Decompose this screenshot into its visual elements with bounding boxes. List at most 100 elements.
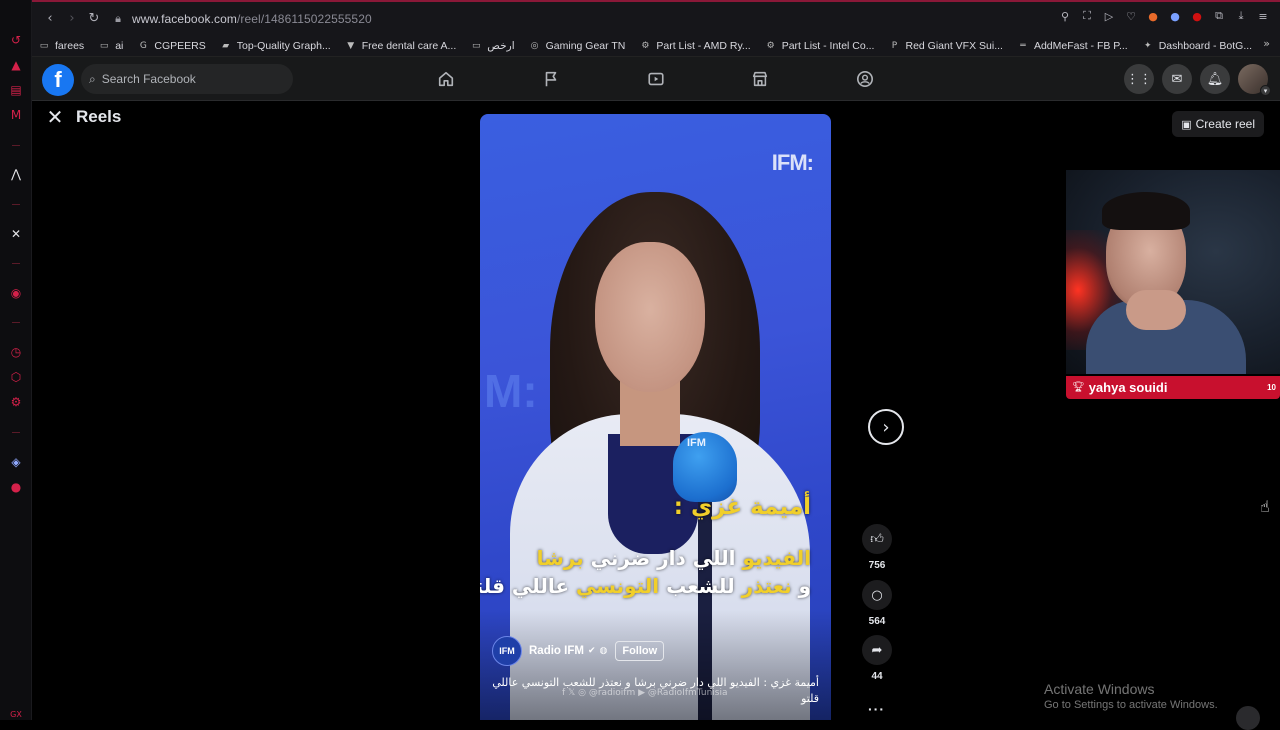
sidebar-divider bbox=[12, 204, 20, 205]
profile-avatar[interactable]: ▾ bbox=[1238, 64, 1271, 96]
extension-orange-icon[interactable]: ● bbox=[1146, 9, 1160, 23]
author-name[interactable]: Radio IFM bbox=[529, 645, 584, 657]
header-actions: ⋮⋮ ✉ 🔔︎ ▾ bbox=[1124, 64, 1271, 96]
globe-icon: ◍ bbox=[599, 646, 608, 656]
bookmark-item[interactable]: ✦ Dashboard - BotG... bbox=[1142, 40, 1252, 52]
caption-line-1: الفيديو اللي دار ضرني برشا bbox=[537, 546, 811, 570]
comment-icon[interactable]: ○ bbox=[862, 580, 892, 610]
comment-count: 564 bbox=[868, 616, 886, 627]
bookmark-label: CGPEERS bbox=[154, 39, 206, 52]
bookmark-item[interactable]: ▭ ارخص bbox=[470, 40, 515, 52]
groups-icon[interactable] bbox=[845, 57, 885, 101]
hand-cursor-icon: ☝ bbox=[1260, 497, 1270, 516]
notifications-bell-icon[interactable]: 🔔︎ bbox=[1200, 64, 1230, 94]
dental-icon: ▼ bbox=[347, 40, 355, 51]
browser-window: ‹ › ↻ 🔒︎ www.facebook.com/reel/148611502… bbox=[32, 0, 1280, 730]
history-icon[interactable]: ↺ bbox=[8, 32, 24, 48]
share-action: ➦ 44 bbox=[861, 635, 893, 682]
shield-icon[interactable]: ◈ bbox=[8, 454, 24, 470]
address-bar: ‹ › ↻ 🔒︎ www.facebook.com/reel/148611502… bbox=[32, 0, 1280, 35]
author-avatar[interactable]: IFM bbox=[492, 636, 522, 666]
create-reel-button[interactable]: ▣ Create reel bbox=[1172, 111, 1264, 137]
caption-highlight: نعتذر bbox=[741, 574, 792, 598]
windows-activation-watermark: Activate Windows Go to Settings to activ… bbox=[1044, 681, 1218, 711]
back-icon[interactable]: ‹ bbox=[40, 9, 60, 29]
messenger-icon[interactable]: ✉ bbox=[1162, 64, 1192, 94]
pin-icon[interactable]: ⚲ bbox=[1058, 9, 1072, 23]
bookmark-label: Part List - AMD Ry... bbox=[656, 39, 751, 52]
url-host: www.facebook.com bbox=[132, 11, 237, 26]
puzzle-icon[interactable]: ⧉ bbox=[1212, 9, 1226, 23]
extension-blue-icon[interactable]: ● bbox=[1168, 9, 1182, 23]
share-icon[interactable]: ➦ bbox=[862, 635, 892, 665]
bookmark-label: Gaming Gear TN bbox=[545, 39, 626, 52]
caption-highlight: التونسي bbox=[575, 574, 660, 598]
flag-icon[interactable] bbox=[531, 57, 571, 101]
like-icon[interactable]: 👍︎ bbox=[862, 524, 892, 554]
messenger-icon[interactable]: ▤ bbox=[8, 82, 24, 98]
bookmarks-bar: ▭ farees ▭ ai G CGPEERS ▰ Top-Quality Graph... ▼… bbox=[32, 35, 1280, 57]
reel-video[interactable]: M: IFM: IFM أميمة غزي : الفيديو اللي دار… bbox=[480, 114, 831, 720]
watermark-subtitle: Go to Settings to activate Windows. bbox=[1044, 699, 1218, 711]
reload-icon[interactable]: ↻ bbox=[84, 9, 104, 29]
url-field[interactable]: www.facebook.com/reel/1486115022555520 bbox=[132, 12, 372, 26]
facebook-logo-icon[interactable]: f bbox=[42, 64, 74, 96]
more-options-icon[interactable]: ··· bbox=[868, 701, 885, 717]
folder-icon: ▭ bbox=[472, 40, 481, 51]
graphics-icon: ▰ bbox=[222, 40, 230, 51]
follow-button[interactable]: Follow bbox=[615, 641, 665, 661]
share-count: 44 bbox=[871, 671, 883, 682]
search-box[interactable]: ⌕ bbox=[81, 64, 293, 94]
player-icon[interactable]: ◉ bbox=[8, 285, 24, 301]
speaker-face bbox=[595, 242, 705, 392]
create-reel-label: Create reel bbox=[1195, 117, 1255, 131]
x-twitter-icon[interactable]: ✕ bbox=[8, 226, 24, 242]
verified-icon: ✔ bbox=[587, 646, 596, 656]
heart-icon[interactable]: ♡ bbox=[1124, 9, 1138, 23]
download-icon[interactable]: ⤓ bbox=[1234, 9, 1248, 23]
bookmark-item[interactable]: ⚙ Part List - AMD Ry... bbox=[639, 40, 750, 52]
bookmark-item[interactable]: ▭ farees bbox=[38, 40, 84, 52]
extensions-icon[interactable]: ⬡ bbox=[8, 369, 24, 385]
close-icon[interactable]: ✕ bbox=[44, 105, 66, 129]
chevron-right-icon: › bbox=[882, 416, 890, 438]
lock-icon[interactable]: 🔒︎ bbox=[108, 12, 128, 26]
bookmark-item[interactable]: ═ AddMeFast - FB P... bbox=[1017, 40, 1127, 52]
bookmarks-overflow-icon[interactable]: » bbox=[1263, 37, 1270, 50]
sidebar-divider bbox=[12, 432, 20, 433]
bookmark-item[interactable]: ⚙ Part List - Intel Co... bbox=[765, 40, 875, 52]
clock-icon[interactable]: ◷ bbox=[8, 344, 24, 360]
bookmark-item[interactable]: ▰ Top-Quality Graph... bbox=[220, 39, 331, 52]
mail-icon[interactable]: M bbox=[8, 107, 24, 123]
bookmark-label: Top-Quality Graph... bbox=[236, 39, 331, 52]
like-action: 👍︎ 756 bbox=[861, 524, 893, 571]
aria-icon[interactable]: ▲ bbox=[8, 57, 24, 73]
next-reel-button[interactable]: › bbox=[868, 409, 904, 445]
extension-red-icon[interactable]: ● bbox=[1190, 9, 1204, 23]
background-logo: M: bbox=[484, 365, 538, 417]
webcam-nameplate: 🏆︎ yahya souidi 10 bbox=[1066, 376, 1280, 399]
edit-icon[interactable] bbox=[1236, 706, 1260, 730]
ublock-icon[interactable]: ● bbox=[8, 479, 24, 495]
app-icon[interactable]: ⋀ bbox=[8, 166, 24, 182]
streamer-name: yahya souidi bbox=[1088, 380, 1168, 395]
caption-text: و bbox=[791, 574, 811, 598]
home-icon[interactable] bbox=[426, 57, 466, 101]
video-icon[interactable] bbox=[636, 57, 676, 101]
search-input[interactable] bbox=[101, 72, 262, 86]
reel-description-continued[interactable]: قلتو bbox=[801, 692, 819, 705]
bookmark-item[interactable]: ▼ Free dental care A... bbox=[345, 40, 456, 52]
menu-grid-icon[interactable]: ⋮⋮ bbox=[1124, 64, 1154, 94]
webcam-person-hand bbox=[1126, 290, 1186, 330]
snapshot-icon[interactable]: ⛶ bbox=[1080, 9, 1094, 23]
play-icon[interactable]: ▷ bbox=[1102, 9, 1116, 23]
browser-sidebar: ↺ ▲ ▤ M ⋀ ✕ ◉ ◷ ⬡ ⚙ ◈ ● GX bbox=[0, 0, 32, 720]
bookmark-item[interactable]: G CGPEERS bbox=[137, 39, 206, 52]
settings-icon[interactable]: ⚙ bbox=[8, 394, 24, 410]
menu-icon[interactable]: ≡ bbox=[1256, 9, 1270, 23]
bookmark-item[interactable]: ▭ ai bbox=[98, 40, 123, 52]
forward-icon[interactable]: › bbox=[62, 9, 82, 29]
marketplace-icon[interactable] bbox=[740, 57, 780, 101]
bookmark-item[interactable]: P Red Giant VFX Sui... bbox=[888, 40, 1003, 52]
bookmark-item[interactable]: ◎ Gaming Gear TN bbox=[529, 40, 626, 52]
